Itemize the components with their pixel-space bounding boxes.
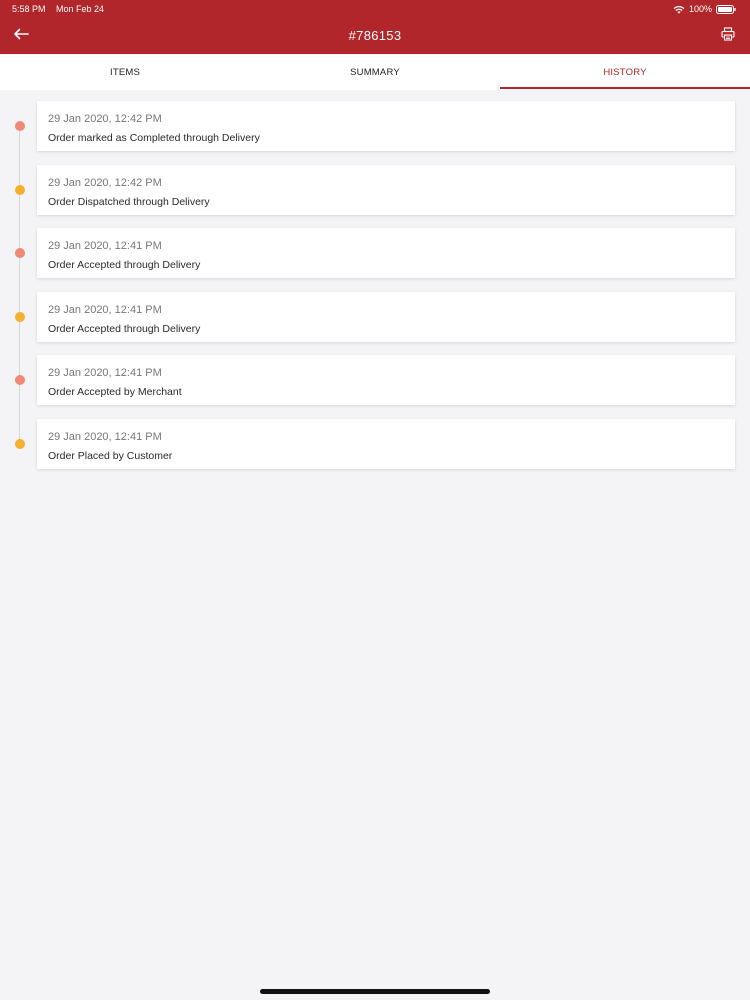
status-indicators: 100%: [673, 3, 736, 15]
event-description: Order Placed by Customer: [48, 449, 173, 462]
history-card[interactable]: 29 Jan 2020, 12:41 PM Order Accepted thr…: [37, 228, 735, 279]
wifi-icon: [673, 5, 685, 14]
timeline-dot: [15, 248, 25, 259]
event-description: Order Accepted through Delivery: [48, 322, 201, 335]
history-event: 29 Jan 2020, 12:41 PM Order Accepted thr…: [0, 291, 750, 356]
tab-history-label: HISTORY: [603, 66, 647, 78]
tab-bar: ITEMS SUMMARY HISTORY: [0, 54, 750, 90]
order-number-title: #786153: [348, 28, 402, 43]
tab-history[interactable]: HISTORY: [500, 54, 750, 90]
event-timestamp: 29 Jan 2020, 12:42 PM: [48, 176, 162, 189]
tab-summary-label: SUMMARY: [350, 66, 400, 78]
event-description: Order Dispatched through Delivery: [48, 195, 210, 208]
printer-icon: [721, 26, 735, 46]
print-button[interactable]: [719, 26, 737, 46]
history-event: 29 Jan 2020, 12:41 PM Order Placed by Cu…: [0, 418, 750, 483]
event-timestamp: 29 Jan 2020, 12:41 PM: [48, 303, 162, 316]
battery-icon: [716, 4, 736, 14]
event-timestamp: 29 Jan 2020, 12:41 PM: [48, 430, 162, 443]
history-card[interactable]: 29 Jan 2020, 12:42 PM Order marked as Co…: [37, 101, 735, 151]
timeline-dot: [15, 121, 25, 131]
history-event: 29 Jan 2020, 12:42 PM Order marked as Co…: [0, 101, 750, 165]
history-card[interactable]: 29 Jan 2020, 12:42 PM Order Dispatched t…: [37, 164, 735, 215]
history-card[interactable]: 29 Jan 2020, 12:41 PM Order Accepted by …: [37, 355, 735, 406]
history-event: 29 Jan 2020, 12:42 PM Order Dispatched t…: [0, 164, 750, 229]
back-button[interactable]: [11, 27, 31, 45]
status-date: Mon Feb 24: [56, 4, 105, 14]
battery-percent: 100%: [688, 4, 712, 14]
order-history-timeline: 29 Jan 2020, 12:42 PM Order marked as Co…: [0, 101, 750, 483]
event-description: Order Accepted by Merchant: [48, 386, 182, 399]
history-event: 29 Jan 2020, 12:41 PM Order Accepted by …: [0, 355, 750, 419]
history-card[interactable]: 29 Jan 2020, 12:41 PM Order Accepted thr…: [37, 291, 735, 342]
event-description: Order marked as Completed through Delive…: [48, 132, 260, 144]
tab-summary[interactable]: SUMMARY: [250, 54, 500, 90]
timeline-dot: [15, 438, 25, 449]
event-description: Order Accepted through Delivery: [48, 259, 201, 272]
event-timestamp: 29 Jan 2020, 12:42 PM: [48, 113, 162, 125]
tab-items[interactable]: ITEMS: [0, 54, 250, 90]
timeline-dot: [15, 311, 25, 322]
timeline-dot: [15, 375, 25, 386]
timeline-dot: [15, 184, 25, 195]
event-timestamp: 29 Jan 2020, 12:41 PM: [48, 367, 162, 380]
app-header: 5:58 PM Mon Feb 24 100% #786153: [0, 0, 750, 54]
history-event: 29 Jan 2020, 12:41 PM Order Accepted thr…: [0, 228, 750, 292]
home-indicator[interactable]: [260, 989, 490, 994]
arrow-left-icon: [13, 27, 29, 45]
event-timestamp: 29 Jan 2020, 12:41 PM: [48, 240, 162, 253]
tab-items-label: ITEMS: [109, 66, 141, 78]
status-time: 5:58 PM: [12, 4, 46, 14]
history-card[interactable]: 29 Jan 2020, 12:41 PM Order Placed by Cu…: [37, 418, 735, 469]
